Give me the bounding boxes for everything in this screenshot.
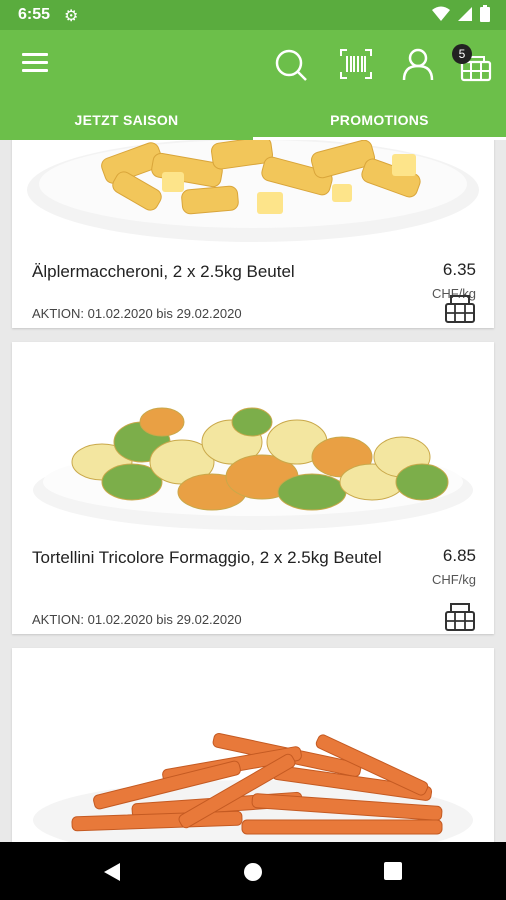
product-image-sweet-potato-fries <box>12 648 494 842</box>
add-to-basket-icon[interactable] <box>444 292 476 324</box>
product-image-tortellini <box>12 342 494 542</box>
system-icons <box>432 5 490 22</box>
promotion-period: AKTION: 01.02.2020 bis 29.02.2020 <box>32 612 242 627</box>
product-price: 6.35 <box>442 260 476 279</box>
signal-icon <box>458 6 472 21</box>
product-card[interactable]: Älplermaccheroni, 2 x 2.5kg Beutel 6.35 … <box>12 140 494 328</box>
menu-icon[interactable] <box>22 53 48 77</box>
settings-gear-icon: ⚙ <box>64 8 79 25</box>
tab-promotions[interactable]: PROMOTIONS <box>253 100 506 140</box>
back-icon[interactable] <box>102 862 122 882</box>
add-to-basket-icon[interactable] <box>444 600 476 632</box>
product-price-unit: CHF/kg <box>431 572 476 587</box>
product-list[interactable]: Älplermaccheroni, 2 x 2.5kg Beutel 6.35 … <box>0 140 506 842</box>
product-card[interactable]: Tortellini Tricolore Formaggio, 2 x 2.5k… <box>12 342 494 634</box>
recents-icon[interactable] <box>384 862 402 880</box>
search-icon[interactable] <box>272 46 308 82</box>
product-title: Älplermaccheroni, 2 x 2.5kg Beutel <box>32 262 295 281</box>
system-navigation-bar <box>0 842 506 900</box>
cart-button[interactable]: 5 <box>452 44 494 86</box>
home-icon[interactable] <box>243 862 263 882</box>
promotion-period: AKTION: 01.02.2020 bis 29.02.2020 <box>32 306 242 321</box>
product-card[interactable] <box>12 648 494 842</box>
wifi-icon <box>432 6 450 21</box>
battery-icon <box>480 5 490 22</box>
app-bar: 5 <box>0 30 506 100</box>
user-account-icon[interactable] <box>400 46 436 82</box>
tab-bar: JETZT SAISON PROMOTIONS <box>0 100 506 140</box>
product-title: Tortellini Tricolore Formaggio, 2 x 2.5k… <box>32 548 382 567</box>
status-bar: 6:55 ⚙ <box>0 0 506 30</box>
cart-count-badge: 5 <box>452 44 472 64</box>
product-price: 6.85 <box>442 546 476 565</box>
tab-jetzt-saison[interactable]: JETZT SAISON <box>0 100 253 140</box>
status-time: 6:55 <box>18 6 51 23</box>
product-image-maccheroni <box>12 140 494 265</box>
barcode-scan-icon[interactable] <box>338 46 374 82</box>
